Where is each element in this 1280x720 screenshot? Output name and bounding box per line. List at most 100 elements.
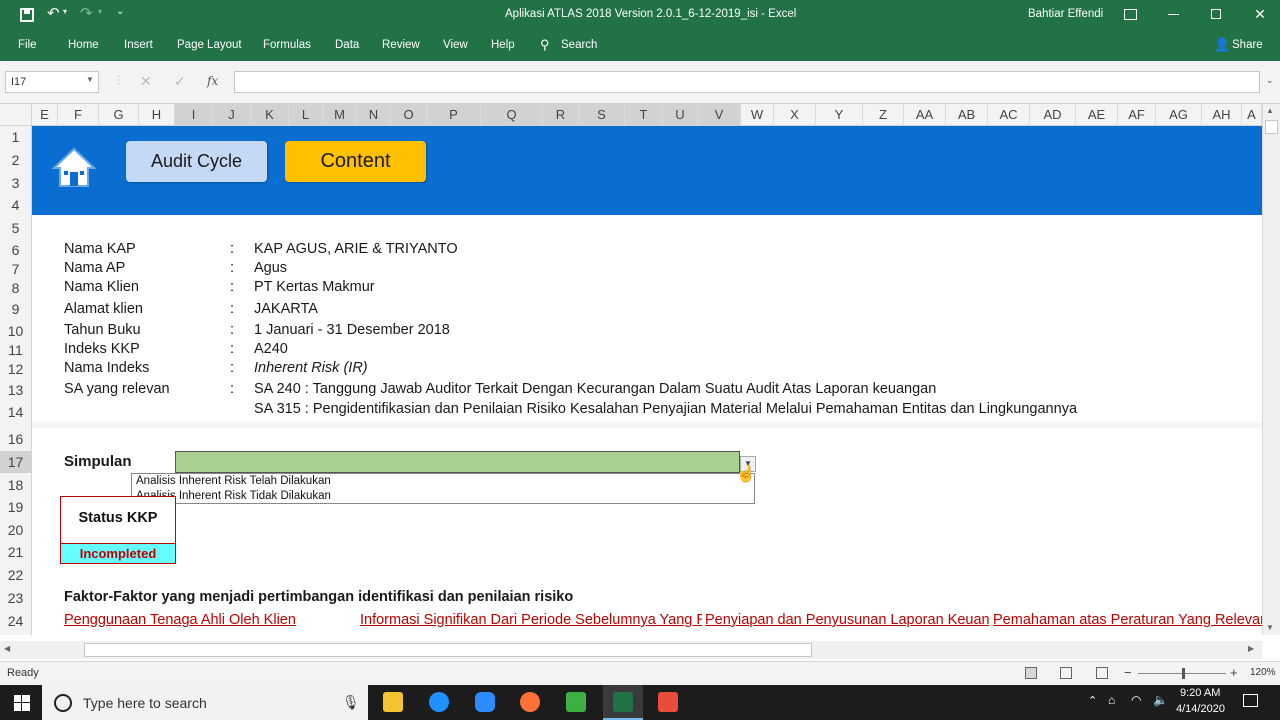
redo-icon[interactable]: ↷	[80, 4, 93, 22]
row-header[interactable]: 23	[0, 590, 31, 606]
row-header[interactable]: 17	[0, 451, 31, 473]
formula-input[interactable]	[234, 71, 1260, 93]
column-header[interactable]: M	[323, 104, 357, 126]
worksheet[interactable]: Audit Cycle Content Nama KAP : KAP AGUS,…	[32, 126, 1262, 635]
taskbar-search[interactable]: Type here to search 🎙	[42, 685, 368, 720]
undo-icon[interactable]: ↶	[47, 4, 60, 22]
column-header[interactable]: O	[391, 104, 427, 126]
network-icon[interactable]: ⌂	[1108, 693, 1115, 707]
camtasia-icon[interactable]	[566, 692, 586, 712]
column-header[interactable]: AA	[904, 104, 946, 126]
column-header[interactable]: A	[1242, 104, 1262, 126]
firefox-icon[interactable]	[520, 692, 540, 712]
row-header[interactable]: 7	[0, 261, 31, 277]
link-penyiapan-laporan[interactable]: Penyiapan dan Penyusunan Laporan Keuanga…	[705, 612, 989, 628]
simpulan-input[interactable]	[175, 451, 740, 473]
column-header[interactable]: P	[427, 104, 481, 126]
share-button[interactable]: Share	[1232, 39, 1263, 51]
row-header[interactable]: 16	[0, 431, 31, 447]
name-box-dropdown-icon[interactable]: ▼	[86, 75, 94, 84]
action-center-icon[interactable]	[1243, 694, 1258, 707]
microphone-icon[interactable]: 🎙	[342, 694, 360, 711]
page-layout-view-icon[interactable]	[1060, 667, 1072, 679]
zoom-out-icon[interactable]: −	[1124, 665, 1132, 680]
column-header[interactable]: Y	[816, 104, 863, 126]
audit-cycle-button[interactable]: Audit Cycle	[126, 141, 267, 182]
tab-insert[interactable]: Insert	[124, 39, 153, 51]
zoom-app-icon[interactable]	[475, 692, 495, 712]
column-header[interactable]: AE	[1076, 104, 1118, 126]
column-header[interactable]: J	[213, 104, 251, 126]
row-header[interactable]: 4	[0, 197, 31, 213]
scroll-down-icon[interactable]: ▼	[1266, 623, 1274, 632]
customize-toolbar-icon[interactable]: ⌄	[116, 6, 124, 17]
clock-time[interactable]: 9:20 AM	[1180, 687, 1220, 699]
search-icon[interactable]: ⚲	[540, 37, 550, 53]
tab-review[interactable]: Review	[382, 39, 420, 51]
column-header[interactable]: Z	[863, 104, 904, 126]
normal-view-icon[interactable]	[1025, 667, 1037, 679]
link-informasi-signifikan[interactable]: Informasi Signifikan Dari Periode Sebelu…	[360, 612, 702, 628]
column-header[interactable]: H	[139, 104, 175, 126]
undo-dropdown-icon[interactable]: ▾	[63, 7, 67, 16]
insert-function-icon[interactable]: fx	[207, 74, 218, 88]
content-button[interactable]: Content	[285, 141, 426, 182]
horizontal-scroll-thumb[interactable]	[84, 643, 812, 657]
tab-data[interactable]: Data	[335, 39, 359, 51]
taskbar-search-input[interactable]: Type here to search	[83, 695, 207, 711]
column-header[interactable]: G	[99, 104, 139, 126]
row-header[interactable]: 24	[0, 613, 31, 629]
minimize-icon[interactable]	[1168, 14, 1179, 15]
user-name[interactable]: Bahtiar Effendi	[1028, 8, 1103, 20]
tab-page-layout[interactable]: Page Layout	[177, 39, 242, 51]
column-header[interactable]: AD	[1030, 104, 1076, 126]
row-header[interactable]: 21	[0, 544, 31, 560]
cancel-icon[interactable]: ✕	[140, 73, 152, 90]
row-header[interactable]: 14	[0, 404, 31, 420]
maximize-icon[interactable]	[1211, 9, 1221, 19]
row-header[interactable]: 2	[0, 152, 31, 168]
column-header[interactable]: U	[663, 104, 698, 126]
column-header[interactable]: E	[32, 104, 58, 126]
redo-dropdown-icon[interactable]: ▾	[98, 7, 102, 16]
home-button[interactable]	[51, 146, 97, 190]
camtasia-recorder-icon[interactable]	[658, 692, 678, 712]
row-header[interactable]: 6	[0, 242, 31, 258]
scroll-right-icon[interactable]: ▶	[1248, 644, 1254, 653]
row-header[interactable]: 22	[0, 567, 31, 583]
scroll-left-icon[interactable]: ◀	[4, 644, 10, 653]
search-label[interactable]: Search	[561, 39, 597, 51]
column-header[interactable]: S	[579, 104, 625, 126]
row-header[interactable]: 1	[0, 129, 31, 145]
column-header[interactable]: L	[289, 104, 323, 126]
column-header[interactable]: AB	[946, 104, 988, 126]
column-header[interactable]: W	[741, 104, 774, 126]
row-header[interactable]: 3	[0, 175, 31, 191]
tab-home[interactable]: Home	[68, 39, 99, 51]
column-header[interactable]: AC	[988, 104, 1030, 126]
column-header[interactable]: AH	[1202, 104, 1242, 126]
zoom-level[interactable]: 120%	[1250, 667, 1276, 678]
row-header[interactable]: 20	[0, 522, 31, 538]
windows-start-icon[interactable]	[14, 695, 30, 711]
row-header[interactable]: 10	[0, 323, 31, 339]
row-header[interactable]: 19	[0, 499, 31, 515]
edge-icon[interactable]	[429, 692, 449, 712]
vertical-scroll-thumb[interactable]	[1265, 120, 1278, 134]
select-all-corner[interactable]	[0, 104, 32, 126]
column-header[interactable]: I	[175, 104, 213, 126]
scroll-up-icon[interactable]: ▲	[1266, 106, 1274, 115]
link-penggunaan-tenaga-ahli[interactable]: Penggunaan Tenaga Ahli Oleh Klien	[64, 612, 344, 628]
row-header[interactable]: 11	[0, 342, 31, 358]
column-header[interactable]: T	[625, 104, 663, 126]
column-header[interactable]: V	[698, 104, 741, 126]
tab-formulas[interactable]: Formulas	[263, 39, 311, 51]
link-pemahaman-peraturan[interactable]: Pemahaman atas Peraturan Yang Relevan	[993, 612, 1262, 628]
name-box[interactable]: I17	[5, 71, 99, 93]
row-header[interactable]: 18	[0, 477, 31, 493]
column-header[interactable]: N	[357, 104, 391, 126]
dropdown-option[interactable]: Analisis Inherent Risk Telah Dilakukan	[136, 475, 331, 487]
volume-icon[interactable]: 🔈	[1153, 693, 1168, 707]
vertical-scrollbar[interactable]: ▲ ▼	[1262, 104, 1280, 635]
column-header[interactable]: R	[543, 104, 579, 126]
